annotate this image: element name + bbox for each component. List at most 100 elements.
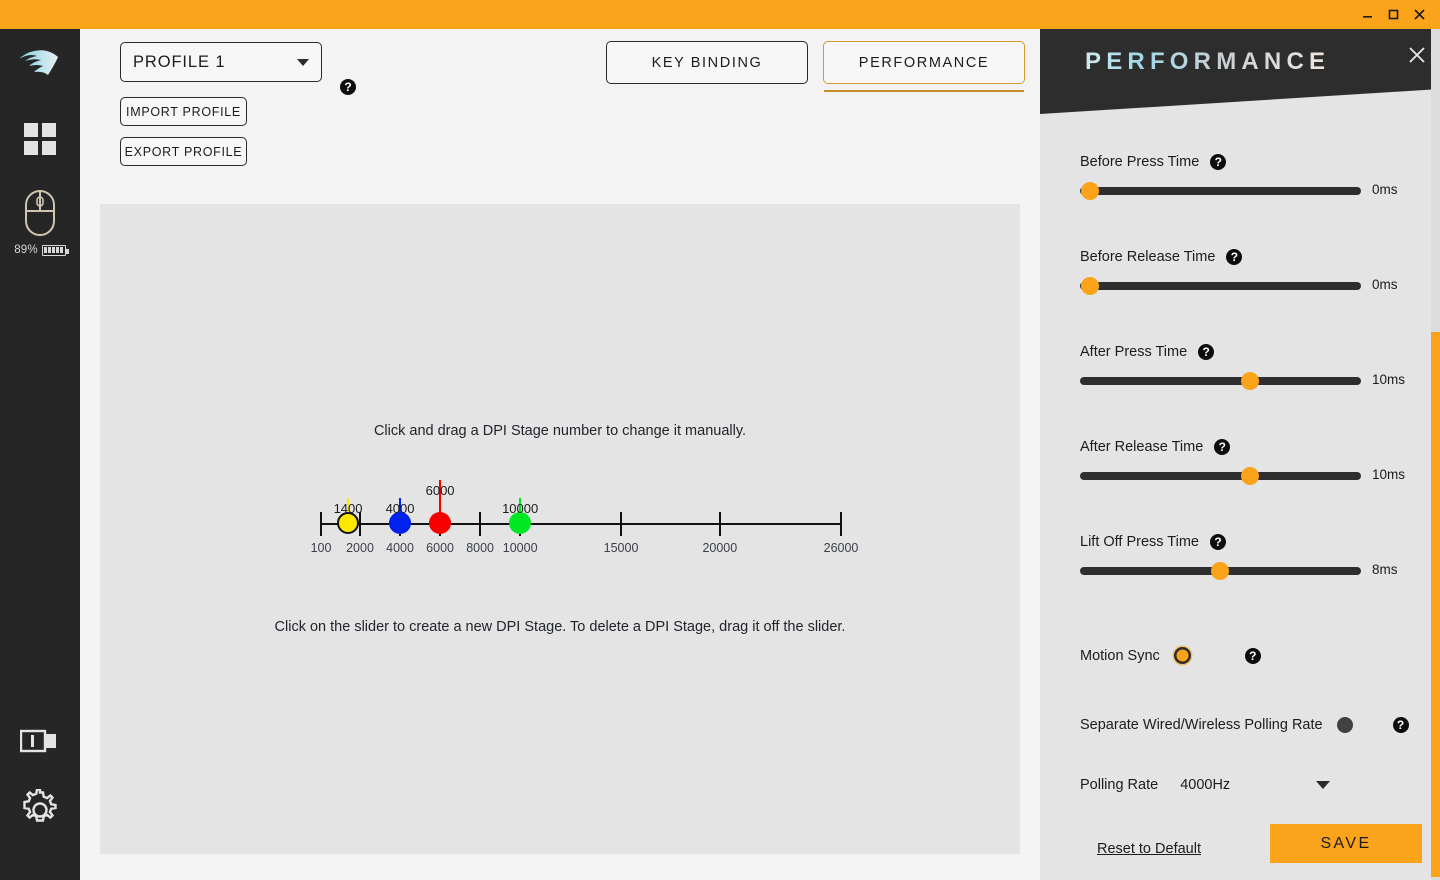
perf-slider-track[interactable] xyxy=(1080,377,1361,385)
dpi-panel: Click and drag a DPI Stage number to cha… xyxy=(100,204,1020,854)
perf-slider-thumb[interactable] xyxy=(1211,562,1229,580)
dpi-hint-bottom: Click on the slider to create a new DPI … xyxy=(100,619,1020,635)
perf-slider-track[interactable] xyxy=(1080,472,1361,480)
sidebar-item-dashboard[interactable] xyxy=(10,119,70,163)
import-profile-button[interactable]: IMPORT PROFILE xyxy=(120,97,247,126)
profile-dropdown[interactable]: PROFILE 1 xyxy=(120,42,322,82)
gear-icon xyxy=(19,789,61,836)
performance-panel-close-icon[interactable] xyxy=(1408,46,1426,68)
dpi-stage-dot[interactable] xyxy=(429,512,451,534)
tab-bar: KEY BINDING PERFORMANCE xyxy=(606,41,1025,84)
perf-slider-value: 0ms xyxy=(1372,277,1398,292)
profile-help-icon[interactable]: ? xyxy=(340,79,356,95)
performance-panel: PERFORMANCE Before Press Time?0msBefore … xyxy=(1040,29,1440,880)
perf-slider-help-icon[interactable]: ? xyxy=(1210,534,1226,550)
perf-slider-track[interactable] xyxy=(1080,187,1361,195)
perf-slider-help-icon[interactable]: ? xyxy=(1198,344,1214,360)
perf-slider-row: Before Release Time? 0ms xyxy=(1080,249,1410,290)
dpi-tick xyxy=(719,512,721,536)
performance-panel-title: PERFORMANCE xyxy=(1085,48,1330,76)
battery-indicator: 89% xyxy=(14,244,66,256)
perf-slider-row: After Release Time? 10ms xyxy=(1080,439,1410,480)
perf-slider-thumb[interactable] xyxy=(1241,467,1259,485)
dpi-tick xyxy=(320,512,322,536)
sidebar-item-settings[interactable] xyxy=(10,789,70,836)
title-bar xyxy=(0,0,1440,29)
perf-slider-label-text: Lift Off Press Time xyxy=(1080,534,1199,550)
dpi-tick-label: 20000 xyxy=(702,541,737,555)
perf-slider[interactable]: 0ms xyxy=(1080,187,1361,195)
perf-slider-value: 10ms xyxy=(1372,467,1405,482)
separate-polling-row: Separate Wired/Wireless Polling Rate ? xyxy=(1080,717,1409,733)
dpi-tick-label: 8000 xyxy=(466,541,494,555)
dpi-tick-label: 2000 xyxy=(346,541,374,555)
separate-polling-help-icon[interactable]: ? xyxy=(1393,717,1409,733)
motion-sync-row: Motion Sync ? xyxy=(1080,647,1261,664)
chevron-down-icon xyxy=(297,59,309,66)
perf-slider-value: 10ms xyxy=(1372,372,1405,387)
perf-slider-label: After Press Time? xyxy=(1080,344,1410,360)
perf-slider-help-icon[interactable]: ? xyxy=(1214,439,1230,455)
perf-slider[interactable]: 8ms xyxy=(1080,567,1361,575)
close-button[interactable] xyxy=(1406,0,1432,29)
perf-slider-label: Before Press Time? xyxy=(1080,154,1410,170)
dpi-stage-value[interactable]: 4000 xyxy=(386,501,415,516)
perf-slider[interactable]: 10ms xyxy=(1080,377,1361,385)
perf-slider-label: Before Release Time? xyxy=(1080,249,1410,265)
display-icon xyxy=(20,726,60,761)
perf-slider-thumb[interactable] xyxy=(1081,277,1099,295)
polling-rate-label: Polling Rate xyxy=(1080,777,1158,793)
perf-slider-thumb[interactable] xyxy=(1241,372,1259,390)
separate-polling-toggle[interactable] xyxy=(1337,717,1353,733)
performance-panel-body: Before Press Time?0msBefore Release Time… xyxy=(1040,114,1440,880)
perf-slider-help-icon[interactable]: ? xyxy=(1226,249,1242,265)
dpi-tick xyxy=(840,512,842,536)
dpi-stage-value[interactable]: 1400 xyxy=(334,501,363,516)
pulsar-logo-icon[interactable] xyxy=(10,37,70,89)
dpi-stage-value[interactable]: 6000 xyxy=(426,483,455,498)
reset-to-default-link[interactable]: Reset to Default xyxy=(1097,841,1201,857)
save-button[interactable]: SAVE xyxy=(1270,824,1422,863)
perf-slider-value: 0ms xyxy=(1372,182,1398,197)
polling-rate-value: 4000Hz xyxy=(1180,777,1230,793)
maximize-button[interactable] xyxy=(1380,0,1406,29)
motion-sync-help-icon[interactable]: ? xyxy=(1245,648,1261,664)
perf-slider-label-text: After Press Time xyxy=(1080,344,1187,360)
perf-slider-help-icon[interactable]: ? xyxy=(1210,154,1226,170)
perf-slider[interactable]: 10ms xyxy=(1080,472,1361,480)
main-content: PROFILE 1 ? IMPORT PROFILE EXPORT PROFIL… xyxy=(80,29,1040,880)
perf-slider-row: Lift Off Press Time? 8ms xyxy=(1080,534,1410,575)
motion-sync-toggle[interactable] xyxy=(1174,647,1191,664)
export-profile-button[interactable]: EXPORT PROFILE xyxy=(120,137,247,166)
perf-slider-label: After Release Time? xyxy=(1080,439,1410,455)
performance-scrollbar-thumb[interactable] xyxy=(1431,332,1440,877)
dpi-tick-label: 15000 xyxy=(604,541,639,555)
profile-value: PROFILE 1 xyxy=(133,53,225,72)
performance-panel-header: PERFORMANCE xyxy=(1040,29,1440,114)
sidebar-item-mouse[interactable]: 89% xyxy=(10,189,70,256)
minimize-button[interactable] xyxy=(1354,0,1380,29)
grid-icon xyxy=(23,122,57,161)
dpi-tick-label: 10000 xyxy=(503,541,538,555)
perf-slider-label: Lift Off Press Time? xyxy=(1080,534,1410,550)
perf-slider-label-text: Before Release Time xyxy=(1080,249,1215,265)
dpi-slider[interactable]: 100200040006000800010000150002000026000 … xyxy=(305,473,845,553)
sidebar-item-display[interactable] xyxy=(10,726,70,761)
dpi-tick-label: 26000 xyxy=(824,541,859,555)
perf-slider-label-text: After Release Time xyxy=(1080,439,1203,455)
perf-slider-label-text: Before Press Time xyxy=(1080,154,1199,170)
tab-key-binding[interactable]: KEY BINDING xyxy=(606,41,808,84)
mouse-icon xyxy=(22,189,58,242)
tab-performance[interactable]: PERFORMANCE xyxy=(823,41,1025,84)
dpi-stage-value[interactable]: 10000 xyxy=(502,501,538,516)
perf-slider-thumb[interactable] xyxy=(1081,182,1099,200)
perf-slider-track[interactable] xyxy=(1080,282,1361,290)
battery-icon xyxy=(42,245,66,256)
perf-slider-row: After Press Time? 10ms xyxy=(1080,344,1410,385)
dpi-tick-label: 6000 xyxy=(426,541,454,555)
dpi-hint-top: Click and drag a DPI Stage number to cha… xyxy=(100,423,1020,439)
performance-scrollbar-track[interactable] xyxy=(1431,29,1440,880)
polling-rate-row[interactable]: Polling Rate 4000Hz xyxy=(1080,777,1330,793)
perf-slider-row: Before Press Time? 0ms xyxy=(1080,154,1410,195)
perf-slider[interactable]: 0ms xyxy=(1080,282,1361,290)
